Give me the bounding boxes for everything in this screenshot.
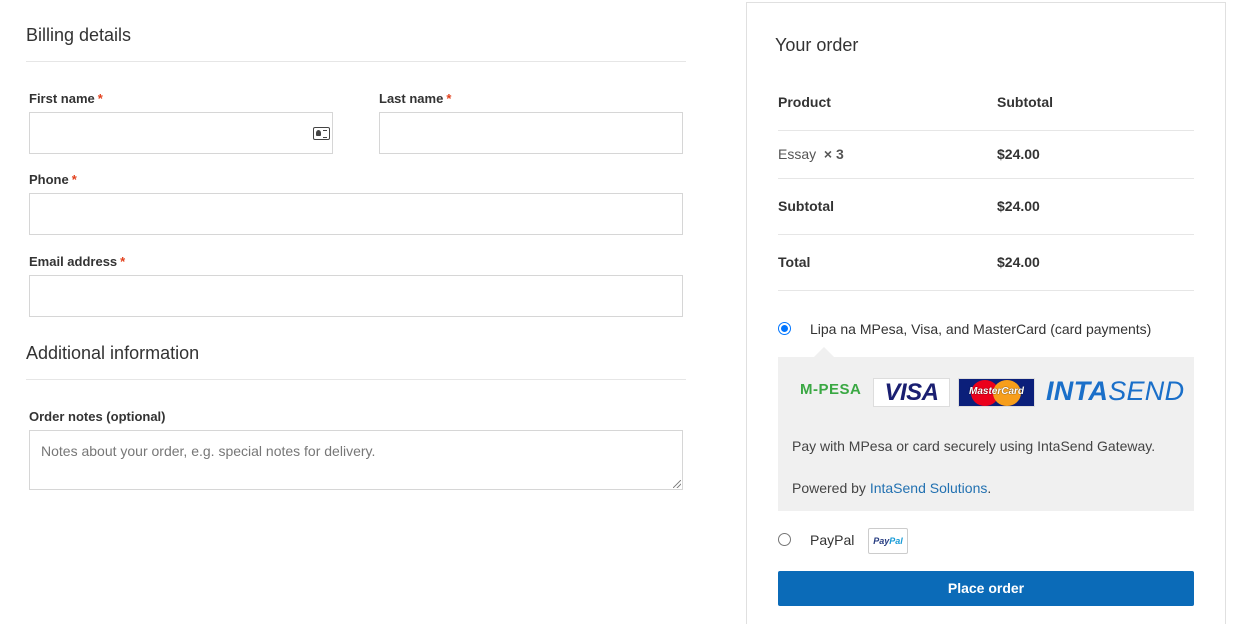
payment-label-paypal[interactable]: PayPal [810,532,854,548]
email-label: Email address * [29,254,126,269]
divider [26,379,686,380]
required-mark: * [446,91,452,106]
last-name-label: Last name * [379,91,452,106]
email-input[interactable] [29,275,683,317]
mpesa-logo: M-PESA [800,381,862,398]
payment-radio-intasend[interactable] [778,322,791,335]
last-name-input[interactable] [379,112,683,154]
required-mark: * [71,172,77,187]
required-mark: * [120,254,126,269]
total-value: $24.00 [997,254,1040,270]
order-notes-textarea[interactable]: Notes about your order, e.g. special not… [29,430,683,490]
divider [26,61,686,62]
payment-label-intasend[interactable]: Lipa na MPesa, Visa, and MasterCard (car… [810,321,1151,337]
first-name-label: First name * [29,91,103,106]
order-notes-placeholder: Notes about your order, e.g. special not… [41,443,376,459]
table-divider [778,178,1194,179]
product-column-header: Product [778,94,831,110]
paypal-logo: PayPal [868,528,908,554]
visa-logo: VISA [873,378,950,407]
total-label: Total [778,254,811,270]
first-name-input[interactable] [29,112,333,154]
subtotal-value: $24.00 [997,198,1040,214]
order-review: Your order Product Subtotal Essay × 3 $2… [746,2,1226,624]
billing-details-heading: Billing details [26,25,132,45]
your-order-heading: Your order [775,35,859,55]
intasend-solutions-link[interactable]: IntaSend Solutions [870,480,988,496]
required-mark: * [97,91,103,106]
payment-box-intasend: M-PESA VISA MasterCard INTASEND Pay with… [778,347,1194,511]
intasend-logo: INTASEND [1046,376,1185,406]
cart-item-subtotal: $24.00 [997,146,1040,162]
payment-radio-paypal[interactable] [778,533,791,546]
phone-input[interactable] [29,193,683,235]
phone-label: Phone * [29,172,77,187]
additional-information-heading: Additional information [26,343,200,363]
resize-grip-icon[interactable] [673,480,681,488]
mastercard-logo: MasterCard [958,378,1035,407]
powered-by-text: Powered by IntaSend Solutions. [792,480,992,496]
subtotal-label: Subtotal [778,198,834,214]
order-notes-label: Order notes (optional) [29,409,166,424]
payment-description: Pay with MPesa or card securely using In… [792,438,1156,454]
cart-item-name: Essay × 3 [778,146,844,162]
cart-item-quantity: × 3 [823,146,844,162]
subtotal-column-header: Subtotal [997,94,1053,110]
table-divider [778,130,1194,131]
table-divider [778,234,1194,235]
table-divider [778,290,1194,291]
contact-card-icon[interactable] [313,127,330,140]
place-order-button[interactable]: Place order [778,571,1194,606]
